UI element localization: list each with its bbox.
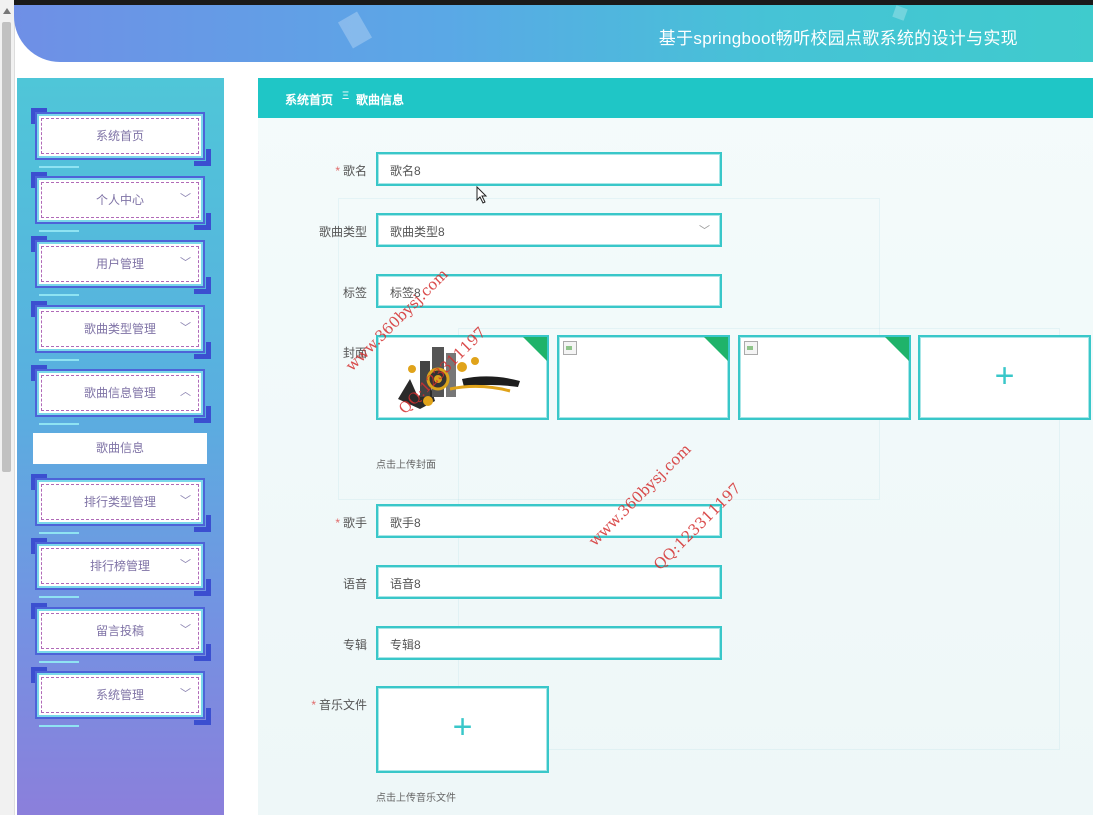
breadcrumb-current: 歌曲信息: [356, 93, 405, 107]
song-name-input[interactable]: 歌名8: [376, 152, 722, 186]
cover-upload-hint: 点击上传封面: [376, 460, 436, 471]
breadcrumb-separator-icon: Ξ: [342, 90, 350, 102]
music-file-label: * 音乐文件: [311, 698, 367, 712]
voice-input[interactable]: 语音8: [376, 565, 722, 599]
sidebar-item-system-management[interactable]: 系统管理 ﹀: [31, 667, 211, 727]
album-input[interactable]: 专辑8: [376, 626, 722, 660]
singer-input[interactable]: 歌手8: [376, 504, 722, 538]
mouse-cursor-icon: [476, 186, 488, 204]
chevron-down-icon: ﹀: [180, 624, 191, 636]
required-mark: *: [311, 698, 316, 712]
chevron-down-icon: ﹀: [180, 257, 191, 269]
sidebar-item-song-info-management[interactable]: 歌曲信息管理 ︿: [31, 365, 211, 425]
upload-success-flag: [523, 337, 547, 361]
sidebar-item-ranking-type-management[interactable]: 排行类型管理 ﹀: [31, 474, 211, 534]
chevron-up-icon: ︿: [180, 386, 191, 398]
plus-icon: +: [994, 357, 1015, 395]
breadcrumb-home[interactable]: 系统首页: [285, 91, 333, 108]
singer-label: * 歌手: [335, 516, 367, 530]
chevron-down-icon: ﹀: [180, 322, 191, 334]
chevron-down-icon: ﹀: [699, 225, 710, 237]
sidebar-item-personal-center[interactable]: 个人中心 ﹀: [31, 172, 211, 232]
voice-label: 语音: [342, 577, 367, 591]
sidebar-subitem-song-info[interactable]: 歌曲信息: [33, 433, 207, 464]
album-label: 专辑: [342, 638, 367, 652]
broken-image-icon: [563, 341, 577, 355]
header-decoration: [337, 11, 373, 49]
required-mark: *: [335, 164, 340, 178]
sidebar-item-home[interactable]: 系统首页: [31, 108, 211, 168]
tags-label: 标签: [342, 286, 367, 300]
song-name-label: * 歌名: [335, 164, 367, 178]
song-type-select[interactable]: 歌曲类型8 ﹀: [376, 213, 722, 247]
sidebar-item-user-management[interactable]: 用户管理 ﹀: [31, 236, 211, 296]
page-scrollbar[interactable]: [0, 0, 15, 815]
scroll-up-arrow-icon[interactable]: [3, 8, 11, 14]
chevron-down-icon: ﹀: [180, 193, 191, 205]
cover-image-card[interactable]: [557, 335, 730, 420]
app-title: 基于springboot畅听校园点歌系统的设计与实现: [658, 29, 1018, 48]
sidebar-item-label: 系统首页: [95, 129, 144, 143]
sidebar-item-ranking-management[interactable]: 排行榜管理 ﹀: [31, 538, 211, 598]
header-decoration: [892, 5, 908, 21]
chevron-down-icon: ﹀: [180, 559, 191, 571]
music-file-upload-hint: 点击上传音乐文件: [376, 793, 456, 804]
sidebar: 系统首页 个人中心 ﹀ 用户管理 ﹀ 歌曲类型管理 ﹀ 歌曲信息管理 ︿ 歌曲信…: [17, 78, 224, 815]
song-type-label: 歌曲类型: [318, 225, 367, 239]
breadcrumb: 系统首页 Ξ 歌曲信息: [258, 78, 1093, 118]
required-mark: *: [335, 516, 340, 530]
broken-image-icon: [744, 341, 758, 355]
music-file-upload-button[interactable]: +: [376, 686, 549, 773]
cover-image-card[interactable]: [738, 335, 911, 420]
cover-upload-button[interactable]: +: [918, 335, 1091, 420]
chevron-down-icon: ﹀: [180, 688, 191, 700]
upload-success-flag: [704, 337, 728, 361]
upload-success-flag: [885, 337, 909, 361]
chevron-down-icon: ﹀: [180, 495, 191, 507]
sidebar-item-message-submission[interactable]: 留言投稿 ﹀: [31, 603, 211, 663]
scrollbar-thumb[interactable]: [2, 22, 11, 472]
sidebar-item-song-type-management[interactable]: 歌曲类型管理 ﹀: [31, 301, 211, 361]
plus-icon: +: [452, 708, 473, 746]
app-header: 基于springboot畅听校园点歌系统的设计与实现: [14, 5, 1093, 62]
